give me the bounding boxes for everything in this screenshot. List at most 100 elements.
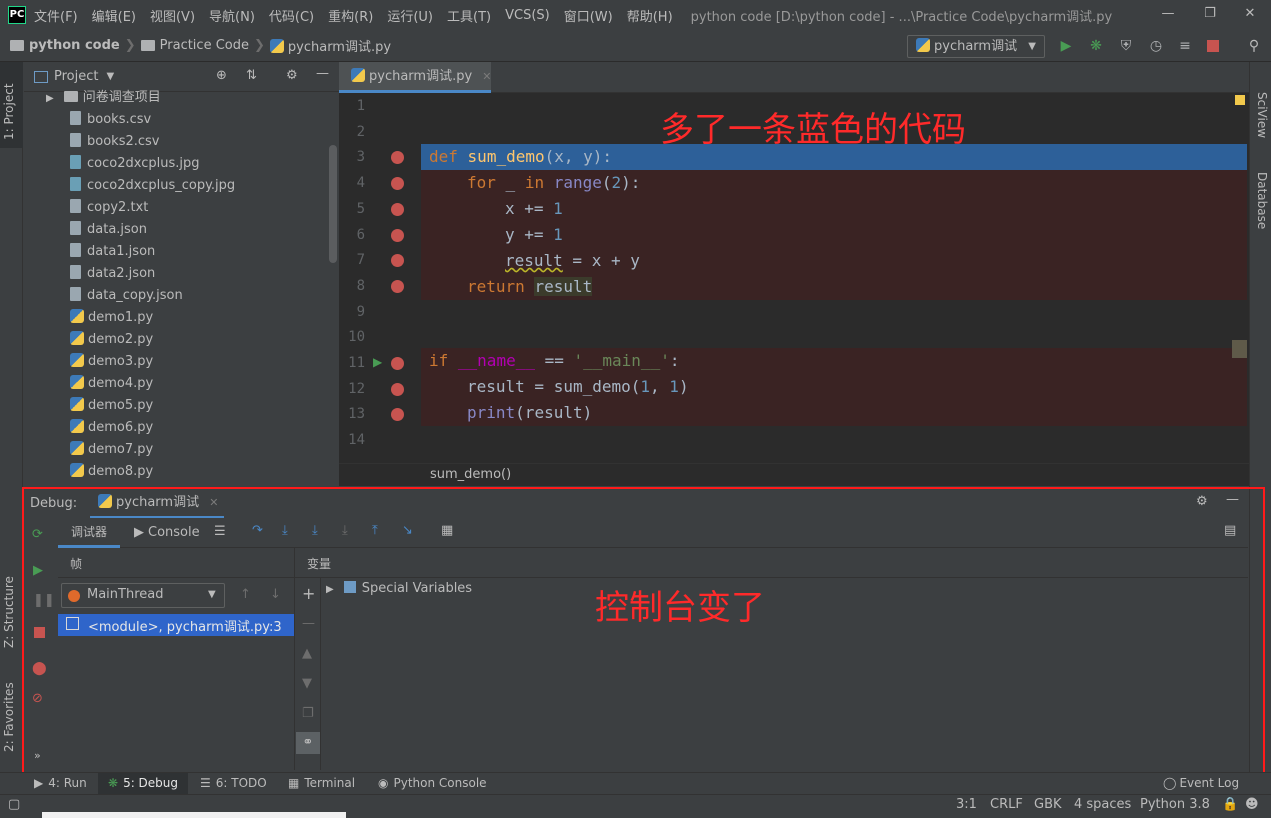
project-tree-item[interactable]: coco2dxcplus_copy.jpg [70,175,235,197]
line-number: 13 [348,406,365,423]
project-tree-item-label: demo8.py [88,464,154,479]
tool-tab-todo[interactable]: ☰ 6: TODO [200,773,267,795]
breakpoint-icon[interactable] [391,279,404,293]
hide-panel-icon[interactable]: — [316,66,329,81]
editor-scrollbar[interactable] [1232,340,1247,358]
menu-navigate[interactable]: 导航(N) [209,6,255,25]
collapse-all-icon[interactable]: ⇅ [246,68,257,83]
code-line-12[interactable]: result = sum_demo(1, 1) [421,374,1247,400]
menu-tools[interactable]: 工具(T) [447,6,491,25]
code-line-8[interactable]: return result [421,274,1247,300]
project-tree-item[interactable]: demo1.py [70,307,153,329]
gear-icon[interactable]: ⚙ [286,68,298,83]
breakpoint-icon[interactable] [391,228,404,242]
tool-tab-terminal[interactable]: ▦ Terminal [288,773,355,795]
dropdown-arrow-icon[interactable]: ▼ [106,71,114,82]
run-configuration-select[interactable]: pycharm调试 ▼ [907,35,1045,58]
minimize-icon[interactable]: — [1145,0,1191,30]
close-window-icon[interactable]: ✕ [1227,0,1271,30]
locate-icon[interactable]: ⊕ [216,68,227,83]
project-scrollbar[interactable] [329,145,337,263]
project-tree-item[interactable]: demo6.py [70,417,153,439]
search-icon[interactable]: ⚲ [1246,38,1262,54]
debug-bug-icon[interactable]: ❋ [1088,38,1104,54]
project-tree-item[interactable]: demo3.py [70,351,153,373]
code-line-4[interactable]: for _ in range(2): [421,170,1247,196]
code-line-13[interactable]: print(result) [421,400,1247,426]
breakpoint-icon[interactable] [391,357,404,370]
line-number: 11 [348,355,365,371]
menu-code[interactable]: 代码(C) [269,6,314,25]
menu-file[interactable]: 文件(F) [34,6,78,25]
project-tree-item[interactable]: data_copy.json [70,285,183,307]
run-gutter-icon[interactable]: ▶ [373,355,382,369]
project-tree-item[interactable]: data2.json [70,263,155,285]
inspector-icon[interactable]: ☻ [1245,795,1259,817]
breakpoint-icon[interactable] [391,382,404,396]
indent-setting[interactable]: 4 spaces [1074,795,1131,817]
breadcrumb-file[interactable]: pycharm调试.py [288,36,391,55]
menu-window[interactable]: 窗口(W) [564,6,613,25]
event-log-icon: ◯ [1163,776,1177,790]
project-panel-title[interactable]: Project [54,69,98,84]
code-line-6[interactable]: y += 1 [421,222,1247,248]
project-tree-item[interactable]: ▶ 问卷调查项目 [46,87,161,109]
menu-help[interactable]: 帮助(H) [627,6,673,25]
tool-tab-run[interactable]: ▶ 4: Run [34,773,87,795]
project-tree-item[interactable]: demo4.py [70,373,153,395]
caret-position[interactable]: 3:1 [956,795,977,817]
warning-marker-icon[interactable] [1235,95,1245,105]
close-tab-icon[interactable]: ✕ [482,70,491,83]
json-file-icon [70,221,81,235]
profile-icon[interactable]: ◷ [1148,38,1164,54]
lock-icon[interactable]: 🔒 [1222,795,1238,817]
python-file-icon [70,419,84,433]
project-tree-item[interactable]: books2.csv [70,131,159,153]
tool-tab-favorites[interactable]: 2: Favorites [2,682,16,752]
code-line-7[interactable]: result = x + y [421,248,1247,274]
stop-icon[interactable] [1207,40,1219,52]
tool-tab-event-log[interactable]: ◯ Event Log [1163,773,1239,795]
menu-view[interactable]: 视图(V) [150,6,195,25]
breadcrumb-folder[interactable]: Practice Code [160,38,249,53]
line-number: 12 [348,380,365,397]
tool-tab-database[interactable]: Database [1255,172,1269,229]
project-tree-item-label: demo5.py [88,398,154,413]
line-separator[interactable]: CRLF [990,795,1023,817]
project-tree-item[interactable]: demo8.py [70,461,153,483]
python-file-icon [70,353,84,367]
menu-edit[interactable]: 编辑(E) [92,6,136,25]
code-line-11[interactable]: if __name__ == '__main__': [421,348,1247,374]
project-tree-item[interactable]: copy2.txt [70,197,148,219]
run-with-coverage-icon[interactable]: ⛨ [1118,38,1134,54]
menu-run[interactable]: 运行(U) [387,6,433,25]
menu-bar: PC 文件(F) 编辑(E) 视图(V) 导航(N) 代码(C) 重构(R) 运… [0,0,1271,30]
run-icon[interactable]: ▶ [1058,38,1074,54]
breadcrumb-project[interactable]: python code [29,38,120,53]
python-interpreter[interactable]: Python 3.8 [1140,795,1210,817]
project-tree-item[interactable]: demo2.py [70,329,153,351]
tool-tab-structure[interactable]: Z: Structure [2,576,16,648]
tool-tab-sciview[interactable]: SciView [1255,92,1269,138]
file-encoding[interactable]: GBK [1034,795,1062,817]
toggle-tool-windows-icon[interactable]: ▢ [8,795,20,817]
expand-arrow-icon[interactable]: ▶ [46,93,54,104]
editor-tab-active[interactable]: pycharm调试.py ✕ [339,62,492,93]
project-tree-item[interactable]: demo7.py [70,439,153,461]
tool-tab-project[interactable]: 1: Project [2,83,16,140]
project-tree-item[interactable]: books.csv [70,109,151,131]
tool-tab-debug[interactable]: ❋ 5: Debug [98,773,188,795]
breakpoint-icon[interactable] [391,177,404,191]
menu-refactor[interactable]: 重构(R) [328,6,373,25]
editor-breadcrumb[interactable]: sum_demo() [430,467,511,482]
concurrency-icon[interactable]: ≡ [1177,38,1193,54]
breakpoint-icon[interactable] [391,202,404,216]
menu-vcs[interactable]: VCS(S) [505,8,550,23]
project-tree-item[interactable]: demo5.py [70,395,153,417]
code-line-5[interactable]: x += 1 [421,196,1247,222]
project-tree-item[interactable]: coco2dxcplus.jpg [70,153,199,175]
project-tree-item[interactable]: data1.json [70,241,155,263]
python-file-icon [70,375,84,389]
project-tree-item[interactable]: data.json [70,219,147,241]
tool-tab-python-console[interactable]: ◉ Python Console [378,773,487,795]
